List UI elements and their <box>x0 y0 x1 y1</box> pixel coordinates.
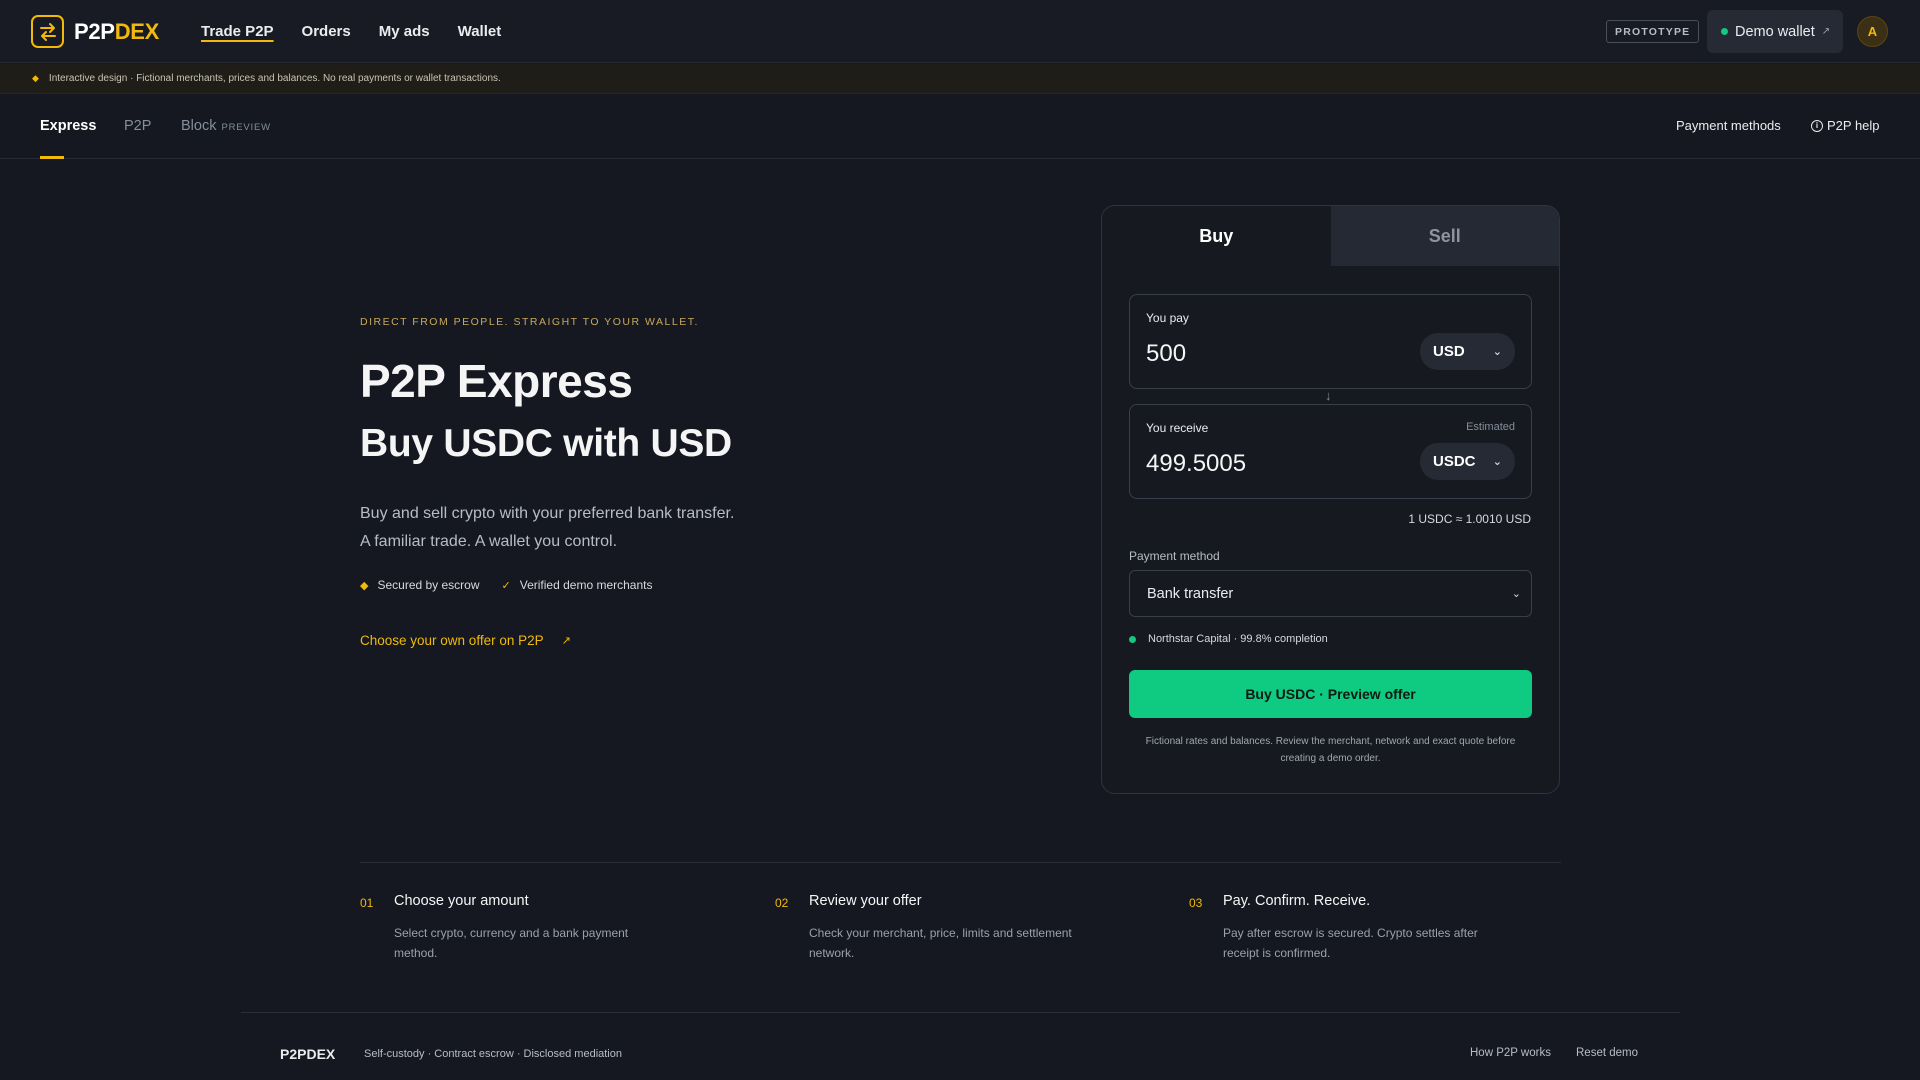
fine-print-line1: Fictional rates and balances. Review the… <box>1145 736 1516 747</box>
feature-verified-label: Verified demo merchants <box>519 578 653 592</box>
you-pay-input[interactable]: 500 <box>1146 340 1186 368</box>
tab-sell[interactable]: Sell <box>1330 206 1559 266</box>
nav-trade-p2p[interactable]: Trade P2P <box>201 23 274 40</box>
hero-section: DIRECT FROM PEOPLE. STRAIGHT TO YOUR WAL… <box>360 316 920 648</box>
step-number: 03 <box>1189 896 1203 910</box>
step-description: Pay after escrow is secured. Crypto sett… <box>1223 926 1478 960</box>
merchant-status-dot <box>1129 635 1136 643</box>
tab-p2p[interactable]: P2P <box>124 118 151 134</box>
prototype-badge: PROTOTYPE <box>1606 20 1700 43</box>
choose-own-offer-link[interactable]: Choose your own offer on P2P ↗ <box>360 633 920 648</box>
footer-brand: P2PDEX <box>280 1046 336 1062</box>
disclaimer-text: Interactive design · Fictional merchants… <box>48 73 501 84</box>
info-icon: i <box>1811 119 1823 132</box>
step-description: Check your merchant, price, limits and s… <box>809 926 1072 960</box>
hero-features: ◆ Secured by escrow ✓ Verified demo merc… <box>360 578 920 592</box>
step-title: Choose your amount <box>394 893 529 909</box>
demo-wallet-button[interactable]: Demo wallet ↗ <box>1707 10 1843 53</box>
p2p-help-link[interactable]: i P2P help <box>1811 118 1880 133</box>
how-p2p-works-link[interactable]: How P2P works <box>1470 1047 1551 1059</box>
warning-diamond-icon: ◆ <box>32 73 39 83</box>
feature-escrow-label: Secured by escrow <box>377 578 480 592</box>
chevron-down-icon: ⌄ <box>1492 456 1502 468</box>
reset-demo-link[interactable]: Reset demo <box>1576 1047 1638 1059</box>
sub-navbar: Express P2P Block PREVIEW Payment methods… <box>0 94 1920 159</box>
receive-currency-select[interactable]: USDC ⌄ <box>1420 443 1515 480</box>
hero-description: Buy and sell crypto with your preferred … <box>360 500 920 556</box>
fine-print: Fictional rates and balances. Review the… <box>1129 733 1532 767</box>
nav-my-ads[interactable]: My ads <box>379 23 430 40</box>
you-receive-label: You receive <box>1146 421 1209 435</box>
step-number: 02 <box>775 896 789 910</box>
step-title: Pay. Confirm. Receive. <box>1223 893 1371 909</box>
steps-divider <box>360 862 1561 863</box>
brand-name: P2PDEX <box>74 18 160 44</box>
you-pay-label: You pay <box>1146 311 1189 325</box>
feature-verified: ✓ Verified demo merchants <box>502 578 653 592</box>
p2p-help-label: P2P help <box>1827 118 1880 133</box>
hero-description-line2: A familiar trade. A wallet you control. <box>360 533 618 550</box>
top-navbar: P2PDEX Trade P2P Orders My ads Wallet PR… <box>0 0 1920 63</box>
tab-buy[interactable]: Buy <box>1102 206 1331 266</box>
page-title: P2P Express <box>360 355 633 407</box>
you-pay-field[interactable]: You pay 500 USD ⌄ <box>1129 294 1532 389</box>
chevron-down-icon: ⌄ <box>1492 346 1502 358</box>
chevron-down-icon: ⌄ <box>1511 588 1521 600</box>
brand-logo[interactable]: P2PDEX <box>31 15 159 48</box>
estimated-label: Estimated <box>1466 421 1515 433</box>
footer: P2PDEX Self-custody · Contract escrow · … <box>0 1013 1920 1080</box>
payment-method-label: Payment method <box>1129 549 1220 563</box>
avatar[interactable]: A <box>1857 16 1888 47</box>
hero-eyebrow: DIRECT FROM PEOPLE. STRAIGHT TO YOUR WAL… <box>360 316 699 328</box>
trade-card: Buy Sell You pay 500 USD ⌄ ↓ You receive… <box>1101 205 1560 794</box>
tab-block[interactable]: Block PREVIEW <box>181 118 271 134</box>
preview-tag: PREVIEW <box>221 122 271 133</box>
payment-method-select[interactable]: Bank transfer ⌄ <box>1129 570 1532 617</box>
active-tab-indicator <box>40 156 64 159</box>
disclaimer-banner: ◆ Interactive design · Fictional merchan… <box>0 64 1920 94</box>
swap-logo-icon <box>31 15 64 48</box>
wallet-status-dot <box>1721 28 1728 35</box>
page-subtitle: Buy USDC with USD <box>360 422 732 465</box>
check-icon: ✓ <box>501 579 511 592</box>
diamond-icon: ◆ <box>360 579 369 592</box>
nav-orders[interactable]: Orders <box>302 23 351 40</box>
pay-currency-select[interactable]: USD ⌄ <box>1420 333 1515 370</box>
demo-wallet-label: Demo wallet <box>1735 23 1815 40</box>
buy-preview-button[interactable]: Buy USDC · Preview offer <box>1129 670 1532 718</box>
step-number: 01 <box>360 896 374 910</box>
nav-wallet[interactable]: Wallet <box>458 23 502 40</box>
choose-own-offer-label: Choose your own offer on P2P <box>360 633 544 648</box>
external-link-icon: ↗ <box>1821 26 1831 37</box>
feature-escrow: ◆ Secured by escrow <box>360 578 480 592</box>
footer-tagline: Self-custody · Contract escrow · Disclos… <box>364 1048 622 1060</box>
fine-print-line2: creating a demo order. <box>1280 753 1381 764</box>
trade-tabs: Buy Sell <box>1102 206 1559 266</box>
merchant-label: Northstar Capital · 99.8% completion <box>1148 633 1328 645</box>
tab-block-label: Block <box>181 118 217 134</box>
you-receive-input[interactable]: 499.5005 <box>1146 450 1246 478</box>
pay-currency-label: USD <box>1433 343 1465 360</box>
you-receive-field[interactable]: You receive Estimated 499.5005 USDC ⌄ <box>1129 404 1532 499</box>
payment-methods-link[interactable]: Payment methods <box>1676 118 1781 133</box>
receive-currency-label: USDC <box>1433 453 1476 470</box>
external-link-icon: ↗ <box>561 635 571 647</box>
main-nav: Trade P2P Orders My ads Wallet <box>201 0 501 63</box>
hero-description-line1: Buy and sell crypto with your preferred … <box>360 505 735 522</box>
arrow-down-icon: ↓ <box>1325 388 1332 403</box>
step-description: Select crypto, currency and a bank payme… <box>394 926 629 960</box>
payment-method-value: Bank transfer <box>1147 585 1234 602</box>
step-title: Review your offer <box>809 893 922 909</box>
exchange-rate: 1 USDC ≈ 1.0010 USD <box>1408 512 1531 526</box>
merchant-info: Northstar Capital · 99.8% completion <box>1129 633 1328 645</box>
tab-express[interactable]: Express <box>40 118 96 134</box>
